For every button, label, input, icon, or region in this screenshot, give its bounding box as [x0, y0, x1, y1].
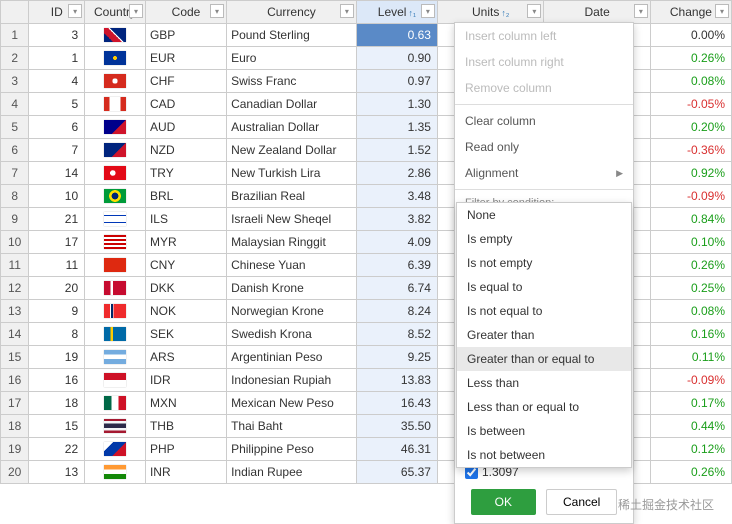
menu-insert-left[interactable]: Insert column left	[455, 23, 633, 49]
condition-greater-than[interactable]: Greater than	[457, 323, 631, 347]
flag-nz	[104, 143, 126, 157]
menu-insert-right[interactable]: Insert column right	[455, 49, 633, 75]
flag-cn	[104, 258, 126, 272]
condition-less-than[interactable]: Less than	[457, 371, 631, 395]
column-header-change[interactable]: Change▾	[650, 1, 731, 24]
filter-icon[interactable]: ▾	[68, 4, 82, 18]
condition-is-not-equal-to[interactable]: Is not equal to	[457, 299, 631, 323]
column-header-currency[interactable]: Currency▾	[227, 1, 357, 24]
filter-icon[interactable]: ▾	[210, 4, 224, 18]
menu-remove[interactable]: Remove column	[455, 75, 633, 101]
filter-icon[interactable]: ▾	[421, 4, 435, 18]
column-header-country[interactable]: Country▾	[85, 1, 146, 24]
watermark: 稀土掘金技术社区	[618, 496, 714, 513]
filter-icon[interactable]: ▾	[129, 4, 143, 18]
menu-clear[interactable]: Clear column	[455, 108, 633, 134]
condition-is-between[interactable]: Is between	[457, 419, 631, 443]
flag-tr	[104, 166, 126, 180]
flag-il	[104, 212, 126, 226]
condition-is-empty[interactable]: Is empty	[457, 227, 631, 251]
flag-br	[104, 189, 126, 203]
condition-is-not-between[interactable]: Is not between	[457, 443, 631, 467]
ok-button[interactable]: OK	[471, 489, 536, 515]
flag-ch	[104, 74, 126, 88]
flag-ar	[104, 350, 126, 364]
condition-none[interactable]: None	[457, 203, 631, 227]
filter-condition-submenu: NoneIs emptyIs not emptyIs equal toIs no…	[456, 202, 632, 468]
flag-se	[104, 327, 126, 341]
menu-readonly[interactable]: Read only	[455, 134, 633, 160]
condition-is-equal-to[interactable]: Is equal to	[457, 275, 631, 299]
filter-icon[interactable]: ▾	[634, 4, 648, 18]
flag-ph	[104, 442, 126, 456]
flag-ca	[104, 97, 126, 111]
column-header-date[interactable]: Date▾	[544, 1, 650, 24]
flag-gb	[104, 28, 126, 42]
filter-icon[interactable]: ▾	[527, 4, 541, 18]
flag-id	[104, 373, 126, 387]
filter-icon[interactable]: ▾	[715, 4, 729, 18]
column-header-code[interactable]: Code▾	[145, 1, 226, 24]
condition-less-than-or-equal-to[interactable]: Less than or equal to	[457, 395, 631, 419]
column-header-id[interactable]: ID▾	[29, 1, 85, 24]
column-header-units[interactable]: Units↑₂▾	[437, 1, 543, 24]
flag-my	[104, 235, 126, 249]
flag-th	[104, 419, 126, 433]
cancel-button[interactable]: Cancel	[546, 489, 617, 515]
flag-dk	[104, 281, 126, 295]
flag-mx	[104, 396, 126, 410]
column-header-level[interactable]: Level↑₁▾	[356, 1, 437, 24]
flag-no	[104, 304, 126, 318]
condition-is-not-empty[interactable]: Is not empty	[457, 251, 631, 275]
condition-greater-than-or-equal-to[interactable]: Greater than or equal to	[457, 347, 631, 371]
filter-icon[interactable]: ▾	[340, 4, 354, 18]
flag-in	[104, 465, 126, 479]
flag-eu	[104, 51, 126, 65]
menu-alignment[interactable]: Alignment	[455, 160, 633, 186]
flag-au	[104, 120, 126, 134]
